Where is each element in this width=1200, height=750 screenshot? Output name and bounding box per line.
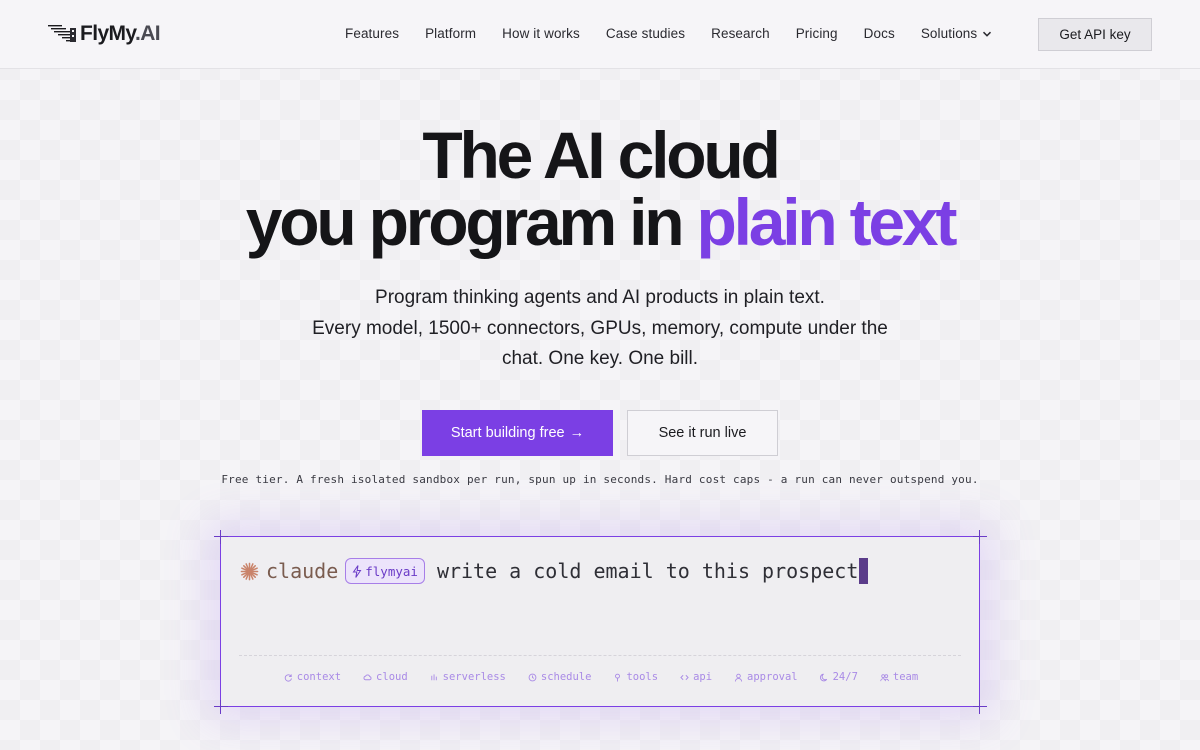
nav-platform[interactable]: Platform bbox=[425, 26, 476, 41]
tag-label: api bbox=[693, 671, 713, 683]
nav-how-it-works[interactable]: How it works bbox=[502, 26, 580, 41]
hero-subtitle-line3: chat. One key. One bill. bbox=[501, 348, 699, 369]
chip-label: flymyai bbox=[365, 563, 418, 579]
agent-name: claude bbox=[266, 559, 339, 583]
hero-title-line1: The AI cloud bbox=[422, 118, 780, 192]
cloud-icon bbox=[363, 673, 372, 680]
tag-label: team bbox=[892, 671, 919, 683]
tag-label: serverless bbox=[442, 671, 506, 683]
prompt-divider bbox=[239, 655, 961, 656]
tag-label: context bbox=[296, 671, 342, 683]
clock-icon bbox=[528, 673, 537, 681]
logo-text: FlyMy.AI bbox=[80, 22, 161, 46]
tag-tools[interactable]: tools bbox=[613, 671, 658, 683]
chevron-down-icon bbox=[983, 31, 992, 37]
fine-print: Free tier. A fresh isolated sandbox per … bbox=[221, 473, 979, 486]
see-it-run-button[interactable]: See it run live bbox=[627, 410, 778, 456]
users-icon bbox=[880, 673, 889, 681]
tag-label: tools bbox=[626, 671, 659, 683]
tag-context[interactable]: context bbox=[284, 671, 341, 683]
nav-features[interactable]: Features bbox=[345, 26, 399, 41]
site-header: FlyMy.AI Features Platform How it works … bbox=[0, 0, 1200, 69]
code-icon bbox=[680, 674, 689, 680]
refresh-icon bbox=[284, 673, 292, 682]
tag-team[interactable]: team bbox=[880, 671, 918, 683]
corner-mark bbox=[973, 700, 987, 714]
bars-icon bbox=[431, 673, 437, 680]
flymyai-chip[interactable]: flymyai bbox=[345, 558, 425, 584]
nav-solutions-label: Solutions bbox=[920, 26, 978, 41]
nav-research[interactable]: Research bbox=[711, 26, 770, 41]
tag-approval[interactable]: approval bbox=[734, 671, 798, 683]
hero-title: The AI cloud you program in plain text bbox=[0, 122, 1200, 256]
capability-tags: context cloud serverless schedule tools … bbox=[221, 671, 981, 683]
prompt-text: write a cold email to this prospect bbox=[436, 559, 859, 583]
pin-icon bbox=[615, 673, 621, 682]
tag-label: cloud bbox=[376, 671, 408, 683]
tag-24-7[interactable]: 24/7 bbox=[819, 671, 858, 683]
nav-pricing[interactable]: Pricing bbox=[796, 26, 838, 41]
logo-suffix: .AI bbox=[134, 22, 161, 45]
nav-docs[interactable]: Docs bbox=[864, 26, 895, 41]
text-caret bbox=[859, 558, 869, 584]
bolt-icon bbox=[352, 564, 362, 578]
prompt-box[interactable]: claude flymyai write a cold email to thi… bbox=[220, 536, 980, 707]
hero-subtitle-line1: Program thinking agents and AI products … bbox=[375, 287, 825, 308]
user-icon bbox=[734, 673, 743, 682]
hero-title-accent: plain text bbox=[696, 185, 958, 259]
tag-cloud[interactable]: cloud bbox=[363, 671, 408, 683]
nav-solutions[interactable]: Solutions bbox=[921, 26, 992, 41]
prompt-line: claude flymyai write a cold email to thi… bbox=[240, 556, 869, 586]
corner-mark bbox=[214, 700, 228, 714]
tag-serverless[interactable]: serverless bbox=[430, 671, 506, 683]
main-nav: Features Platform How it works Case stud… bbox=[345, 26, 1018, 41]
nav-case-studies[interactable]: Case studies bbox=[606, 26, 685, 41]
hero-subtitle-line2: Every model, 1500+ connectors, GPUs, mem… bbox=[312, 317, 888, 339]
cta-row: Start building free → See it run live bbox=[422, 410, 778, 456]
tag-label: schedule bbox=[540, 671, 592, 683]
tag-label: 24/7 bbox=[832, 671, 858, 683]
logo[interactable]: FlyMy.AI bbox=[48, 20, 161, 48]
start-building-label: Start building free bbox=[450, 425, 565, 441]
corner-mark bbox=[214, 530, 228, 544]
hero-title-line2-prefix: you program in bbox=[245, 185, 697, 259]
claude-spark-icon bbox=[240, 562, 259, 580]
get-api-key-button[interactable]: Get API key bbox=[1038, 18, 1152, 51]
corner-mark bbox=[973, 530, 987, 544]
tag-schedule[interactable]: schedule bbox=[528, 671, 592, 683]
arrow-right-icon: → bbox=[569, 425, 585, 441]
tag-api[interactable]: api bbox=[680, 671, 712, 683]
moon-icon bbox=[819, 673, 827, 681]
logo-wing-icon bbox=[48, 25, 76, 42]
logo-name: FlyMy bbox=[80, 22, 136, 45]
hero-subtitle: Program thinking agents and AI products … bbox=[0, 283, 1200, 375]
start-building-button[interactable]: Start building free → bbox=[422, 410, 613, 456]
tag-label: approval bbox=[747, 671, 798, 683]
